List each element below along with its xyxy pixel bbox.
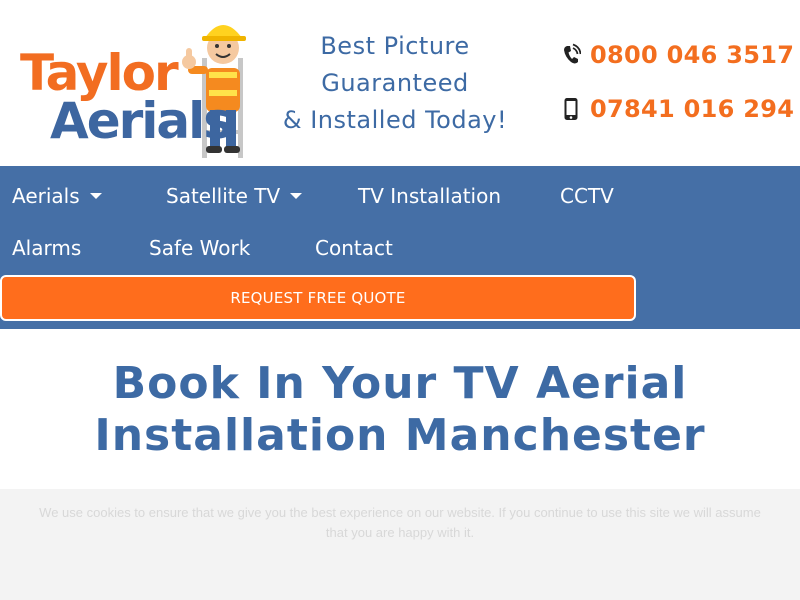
nav-item-label: TV Installation [358, 184, 502, 208]
tagline: Best Picture Guaranteed & Installed Toda… [270, 28, 520, 139]
nav-item-satellite-tv[interactable]: Satellite TV [166, 184, 303, 208]
phone-ringing-icon [560, 40, 582, 70]
nav-item-label: Contact [315, 236, 393, 260]
tagline-line-2: Guaranteed [321, 69, 469, 97]
page-title-line-1: Book In Your TV Aerial [112, 358, 688, 409]
page-title: Book In Your TV Aerial Installation Manc… [0, 358, 800, 462]
nav-item-safe-work[interactable]: Safe Work [149, 236, 250, 260]
main-navigation: Aerials Satellite TV TV Installation CCT… [0, 166, 800, 329]
site-header: Taylor Aerials Best Picture Guaranteed &… [0, 0, 800, 166]
logo-text-aerials: Aerials [50, 92, 233, 150]
request-free-quote-button[interactable]: REQUEST FREE QUOTE [0, 275, 636, 321]
landline-number[interactable]: 0800 046 3517 [590, 41, 794, 69]
nav-item-cctv[interactable]: CCTV [560, 184, 614, 208]
logo-text-taylor: Taylor [20, 44, 179, 102]
caret-down-icon [89, 193, 102, 199]
cookie-notice-text: We use cookies to ensure that we give yo… [39, 505, 761, 540]
nav-item-aerials[interactable]: Aerials [12, 184, 102, 208]
tagline-line-1: Best Picture [320, 32, 470, 60]
page-title-line-2: Installation Manchester [94, 410, 706, 461]
landline-contact[interactable]: 0800 046 3517 [560, 40, 794, 70]
nav-item-contact[interactable]: Contact [315, 236, 393, 260]
nav-item-tv-installation[interactable]: TV Installation [358, 184, 501, 208]
nav-item-alarms[interactable]: Alarms [12, 236, 81, 260]
nav-item-label: CCTV [560, 184, 614, 208]
mobile-number[interactable]: 07841 016 294 [590, 95, 794, 123]
nav-item-label: Alarms [12, 236, 82, 260]
cookie-notice: We use cookies to ensure that we give yo… [0, 489, 800, 600]
mobile-contact[interactable]: 07841 016 294 [560, 94, 794, 124]
taylor-aerials-logo[interactable]: Taylor Aerials [16, 10, 256, 160]
nav-item-label: Satellite TV [166, 184, 281, 208]
caret-down-icon [290, 193, 303, 199]
nav-item-label: Safe Work [149, 236, 251, 260]
mobile-phone-icon [560, 94, 582, 124]
tagline-line-3: & Installed Today! [282, 106, 508, 134]
nav-item-label: Aerials [12, 184, 80, 208]
